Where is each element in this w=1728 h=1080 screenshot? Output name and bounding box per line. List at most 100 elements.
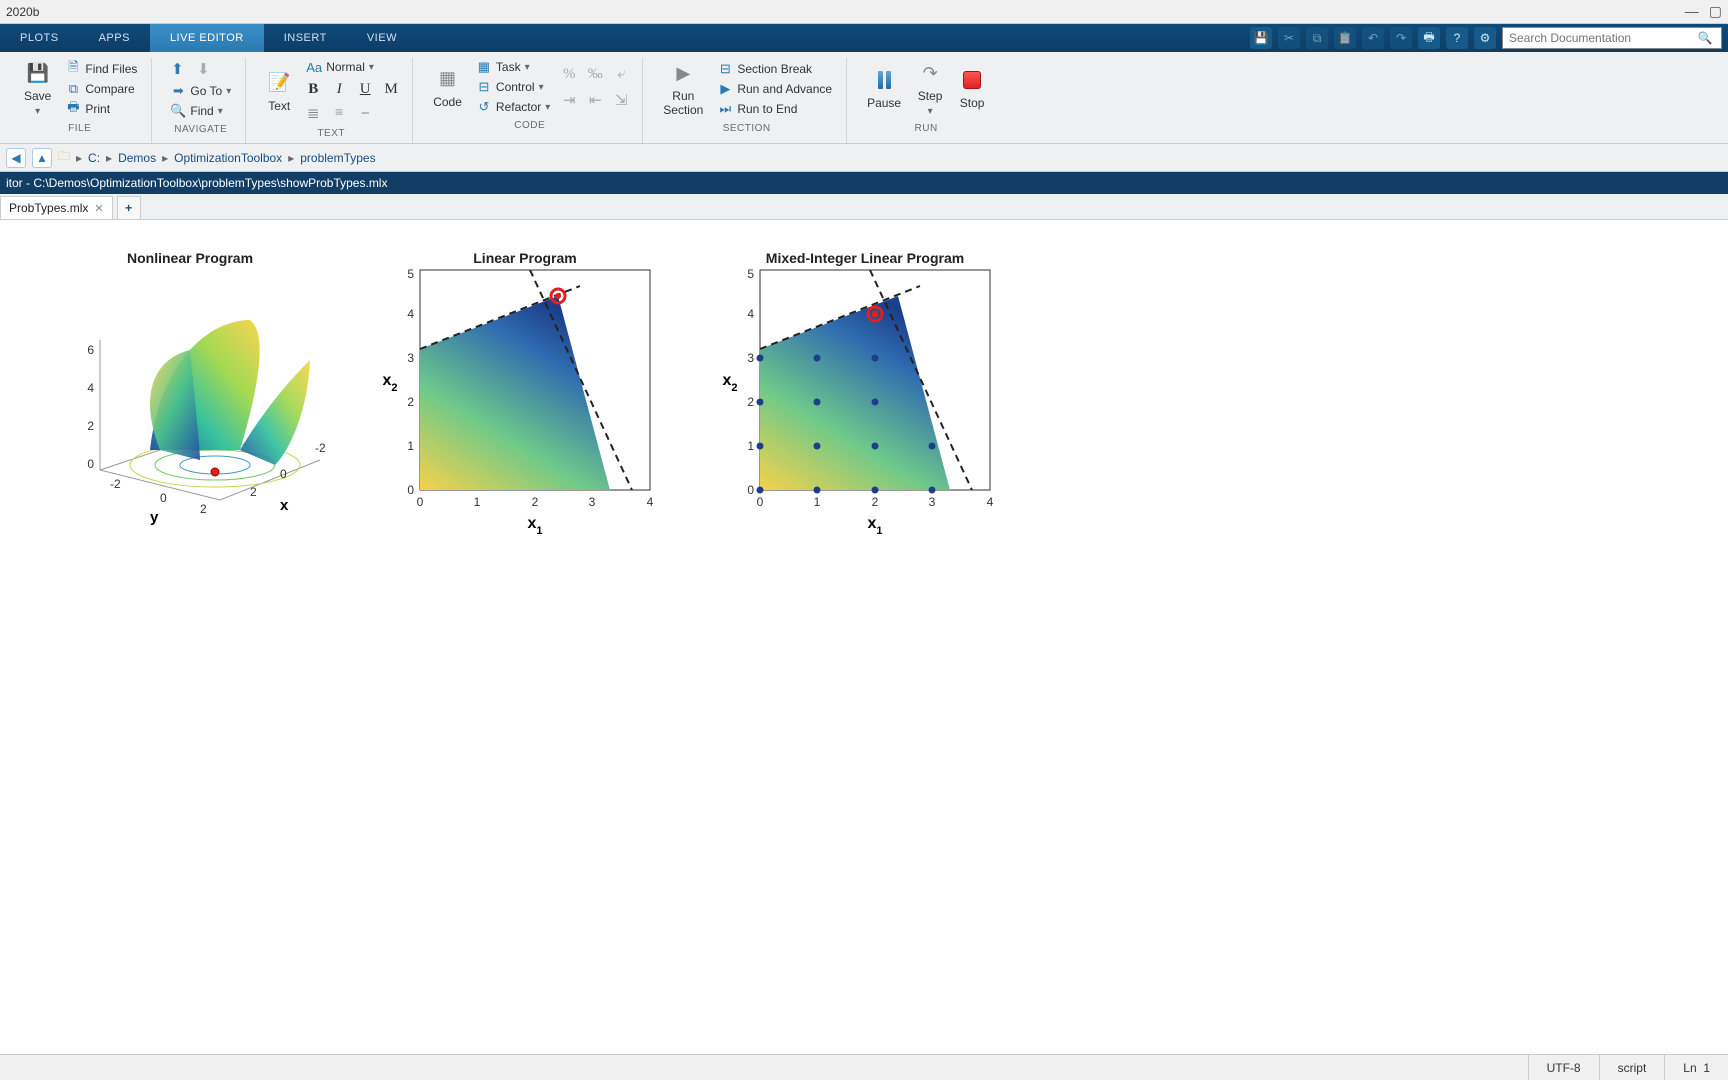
paste-icon[interactable]: 📋 — [1334, 27, 1356, 49]
step-button[interactable]: ↷ Step — [911, 58, 949, 119]
help-icon[interactable]: ? — [1446, 27, 1468, 49]
italic-button[interactable]: I — [328, 78, 350, 100]
compare-button[interactable]: ⧉Compare — [61, 80, 141, 98]
print-button[interactable]: 🖶Print — [61, 100, 141, 118]
crumb-toolbox[interactable]: OptimizationToolbox — [174, 151, 282, 165]
stop-button[interactable]: Stop — [953, 65, 991, 112]
comment-icon[interactable]: % — [558, 63, 580, 85]
svg-text:2: 2 — [747, 395, 754, 409]
align-icon[interactable]: ⎯ — [354, 102, 376, 124]
svg-text:5: 5 — [407, 267, 414, 281]
minimize-icon[interactable]: — — [1685, 3, 1699, 20]
xlabel-milp: x1 — [867, 515, 882, 537]
figure-title-linear: Linear Program — [370, 250, 680, 266]
group-file: 💾 Save 🗎Find Files ⧉Compare 🖶Print FILE — [8, 58, 152, 143]
status-bar: UTF-8 script Ln 1 — [0, 1054, 1728, 1080]
text-button[interactable]: 📝 Text — [260, 68, 298, 115]
editor-path: itor - C:\Demos\OptimizationToolbox\prob… — [6, 176, 387, 190]
run-end-icon: ⏭ — [717, 101, 733, 117]
stop-icon — [959, 67, 985, 93]
ylabel-milp: x2 — [722, 372, 737, 394]
code-button[interactable]: ▦ Code — [427, 64, 468, 111]
find-button[interactable]: 🔍Find — [166, 102, 235, 120]
tab-view[interactable]: VIEW — [347, 24, 417, 52]
svg-text:0: 0 — [407, 483, 414, 497]
folder-icon[interactable]: 🗀 — [58, 147, 70, 168]
outdent-icon[interactable]: ⇤ — [584, 89, 606, 111]
nav-up-icon[interactable]: ⬆ — [166, 58, 188, 80]
add-tab-button[interactable]: + — [117, 196, 141, 219]
group-label-file: FILE — [68, 123, 91, 134]
xlabel-nonlinear: x — [280, 497, 289, 514]
svg-text:-2: -2 — [110, 477, 121, 491]
group-run: Pause ↷ Step Stop RUN — [851, 58, 1001, 143]
step-icon: ↷ — [917, 60, 943, 86]
undo-icon[interactable]: ↶ — [1362, 27, 1384, 49]
save-qat-icon[interactable]: 💾 — [1250, 27, 1272, 49]
bold-button[interactable]: B — [302, 78, 324, 100]
run-section-icon: ▶ — [670, 60, 696, 86]
uncomment-icon[interactable]: ‰ — [584, 63, 606, 85]
search-icon[interactable]: 🔍 — [1693, 31, 1717, 45]
style-icon: Aa — [306, 59, 322, 75]
window-title: 2020b — [6, 5, 39, 19]
svg-text:4: 4 — [987, 495, 994, 509]
search-documentation[interactable]: 🔍 — [1502, 27, 1722, 49]
tab-plots[interactable]: PLOTS — [0, 24, 79, 52]
nonlinear-plot-canvas: 0 2 4 6 -2 0 2 -2 0 2 x y — [40, 250, 340, 530]
print-qat-icon[interactable]: 🖶 — [1418, 27, 1440, 49]
text-icon: 📝 — [266, 70, 292, 96]
numbered-list-icon[interactable]: ≡ — [328, 102, 350, 124]
status-type: script — [1599, 1055, 1665, 1080]
refactor-button[interactable]: ↺Refactor — [472, 98, 554, 116]
file-tab-row: ProbTypes.mlx ✕ + — [0, 194, 1728, 220]
svg-text:4: 4 — [647, 495, 654, 509]
refactor-icon: ↺ — [476, 99, 492, 115]
bullet-list-icon[interactable]: ≣ — [302, 102, 324, 124]
tab-apps[interactable]: APPS — [79, 24, 150, 52]
svg-text:4: 4 — [87, 381, 94, 395]
file-tab-label: ProbTypes.mlx — [9, 201, 88, 215]
run-and-advance-button[interactable]: ▶Run and Advance — [713, 80, 836, 98]
wrap-icon[interactable]: ⤶ — [610, 63, 632, 85]
goto-button[interactable]: ➡Go To — [166, 82, 235, 100]
maximize-icon[interactable]: ▢ — [1709, 3, 1722, 20]
ylabel-nonlinear: y — [150, 509, 159, 526]
run-to-end-button[interactable]: ⏭Run to End — [713, 100, 836, 118]
pause-button[interactable]: Pause — [861, 65, 907, 112]
smart-indent-icon[interactable]: ⇲ — [610, 89, 632, 111]
find-files-button[interactable]: 🗎Find Files — [61, 60, 141, 78]
figure-nonlinear: Nonlinear Program — [40, 250, 340, 530]
svg-text:0: 0 — [87, 457, 94, 471]
style-normal-dropdown[interactable]: AaNormal — [302, 58, 402, 76]
tab-insert[interactable]: INSERT — [264, 24, 347, 52]
redo-icon[interactable]: ↷ — [1390, 27, 1412, 49]
svg-text:3: 3 — [407, 351, 414, 365]
section-break-button[interactable]: ⊟Section Break — [713, 60, 836, 78]
control-button[interactable]: ⊟Control — [472, 78, 554, 96]
indent-icon[interactable]: ⇥ — [558, 89, 580, 111]
crumb-drive[interactable]: C: — [88, 151, 100, 165]
monospace-button[interactable]: M — [380, 78, 402, 100]
search-input[interactable] — [1503, 29, 1693, 47]
tab-live-editor[interactable]: LIVE EDITOR — [150, 24, 264, 52]
goto-icon: ➡ — [170, 83, 186, 99]
run-advance-icon: ▶ — [717, 81, 733, 97]
svg-text:5: 5 — [747, 267, 754, 281]
crumb-demos[interactable]: Demos — [118, 151, 156, 165]
preferences-icon[interactable]: ⚙ — [1474, 27, 1496, 49]
close-tab-icon[interactable]: ✕ — [94, 202, 103, 215]
nav-down-icon[interactable]: ⬇ — [192, 58, 214, 80]
back-icon[interactable]: ◀ — [6, 148, 26, 168]
copy-icon[interactable]: ⧉ — [1306, 27, 1328, 49]
underline-button[interactable]: U — [354, 78, 376, 100]
save-button[interactable]: 💾 Save — [18, 58, 57, 119]
up-folder-icon[interactable]: ▲ — [32, 148, 52, 168]
run-section-button[interactable]: ▶ Run Section — [657, 58, 709, 119]
svg-text:1: 1 — [407, 439, 414, 453]
cut-icon[interactable]: ✂ — [1278, 27, 1300, 49]
crumb-problemtypes[interactable]: problemTypes — [300, 151, 375, 165]
task-button[interactable]: ▦Task — [472, 58, 554, 76]
file-tab-probtypes[interactable]: ProbTypes.mlx ✕ — [0, 196, 113, 219]
ribbon-toolstrip: 💾 Save 🗎Find Files ⧉Compare 🖶Print FILE … — [0, 52, 1728, 144]
